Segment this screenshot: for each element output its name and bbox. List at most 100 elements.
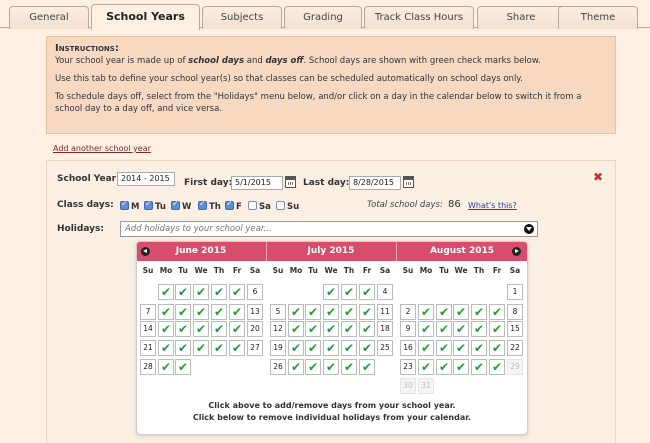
calendar-day[interactable] xyxy=(229,304,245,320)
calendar-day[interactable]: 6 xyxy=(247,284,263,300)
calendar-day[interactable] xyxy=(211,321,227,337)
calendar-day[interactable] xyxy=(341,304,357,320)
calendar-day[interactable] xyxy=(489,340,505,356)
class-day-checkbox[interactable] xyxy=(198,199,207,210)
calendar-day[interactable] xyxy=(323,359,339,375)
calendar-day[interactable] xyxy=(193,284,209,300)
calendar-day[interactable] xyxy=(341,340,357,356)
school-year-input[interactable]: 2014 - 2015 xyxy=(117,172,175,186)
calendar-day[interactable] xyxy=(305,304,321,320)
calendar-day[interactable]: 19 xyxy=(270,340,286,356)
calendar-day[interactable]: 25 xyxy=(377,340,393,356)
calendar-day[interactable] xyxy=(305,340,321,356)
calendar-day[interactable] xyxy=(453,359,469,375)
class-day-checkbox[interactable] xyxy=(225,199,234,210)
calendar-day[interactable] xyxy=(436,340,452,356)
tab-general[interactable]: General xyxy=(9,6,89,29)
calendar-day[interactable] xyxy=(158,284,174,300)
calendar-day[interactable] xyxy=(158,321,174,337)
calendar-day[interactable] xyxy=(359,321,375,337)
calendar-day[interactable] xyxy=(193,340,209,356)
calendar-day[interactable]: 31 xyxy=(418,378,434,394)
calendar-day[interactable] xyxy=(418,321,434,337)
calendar-day[interactable] xyxy=(158,304,174,320)
calendar-day[interactable] xyxy=(211,284,227,300)
calendar-day[interactable]: 16 xyxy=(400,340,416,356)
whats-this-link[interactable]: What's this? xyxy=(468,201,517,210)
calendar-day[interactable] xyxy=(359,304,375,320)
calendar-day[interactable] xyxy=(418,359,434,375)
calendar-day[interactable] xyxy=(193,304,209,320)
calendar-day[interactable] xyxy=(359,340,375,356)
calendar-day[interactable] xyxy=(436,304,452,320)
calendar-day[interactable]: 20 xyxy=(247,321,263,337)
calendar-day[interactable] xyxy=(211,340,227,356)
calendar-day[interactable] xyxy=(489,321,505,337)
calendar-day[interactable]: 2 xyxy=(400,304,416,320)
calendar-day[interactable] xyxy=(305,321,321,337)
class-day-f[interactable]: F xyxy=(225,199,242,212)
calendar-day[interactable]: 26 xyxy=(270,359,286,375)
calendar-day[interactable] xyxy=(453,321,469,337)
next-month-icon[interactable] xyxy=(512,247,521,256)
calendar-day[interactable] xyxy=(175,359,191,375)
class-day-checkbox[interactable] xyxy=(144,199,153,210)
calendar-day[interactable] xyxy=(359,284,375,300)
tab-track-class-hours[interactable]: Track Class Hours xyxy=(364,6,474,29)
calendar-day[interactable]: 5 xyxy=(270,304,286,320)
calendar-day[interactable] xyxy=(471,340,487,356)
class-day-sa[interactable]: Sa xyxy=(248,201,271,212)
calendar-day[interactable] xyxy=(418,340,434,356)
calendar-day[interactable]: 18 xyxy=(377,321,393,337)
calendar-day[interactable] xyxy=(489,304,505,320)
calendar-day[interactable] xyxy=(323,304,339,320)
calendar-day[interactable]: 30 xyxy=(400,378,416,394)
calendar-day[interactable] xyxy=(471,359,487,375)
calendar-day[interactable] xyxy=(158,340,174,356)
calendar-day[interactable] xyxy=(175,284,191,300)
class-day-checkbox[interactable] xyxy=(120,199,129,210)
tab-subjects[interactable]: Subjects xyxy=(202,6,282,29)
calendar-day[interactable] xyxy=(158,359,174,375)
class-day-checkbox[interactable] xyxy=(171,199,180,210)
calendar-day[interactable]: 13 xyxy=(247,304,263,320)
holidays-select[interactable]: Add holidays to your school year... xyxy=(120,221,538,237)
class-day-w[interactable]: W xyxy=(171,199,191,212)
calendar-day[interactable]: 23 xyxy=(400,359,416,375)
calendar-day[interactable]: 21 xyxy=(140,340,156,356)
calendar-day[interactable]: 22 xyxy=(507,340,523,356)
calendar-day[interactable] xyxy=(341,321,357,337)
calendar-day[interactable] xyxy=(288,304,304,320)
add-school-year-link[interactable]: Add another school year xyxy=(53,144,151,153)
calendar-day[interactable] xyxy=(453,340,469,356)
calendar-day[interactable] xyxy=(288,359,304,375)
calendar-day[interactable] xyxy=(193,321,209,337)
tab-share[interactable]: Share xyxy=(477,6,565,29)
calendar-day[interactable]: 12 xyxy=(270,321,286,337)
calendar-day[interactable] xyxy=(471,304,487,320)
tab-school-years[interactable]: School Years xyxy=(91,4,200,30)
calendar-day[interactable] xyxy=(175,340,191,356)
class-day-th[interactable]: Th xyxy=(198,199,221,212)
tab-theme[interactable]: Theme xyxy=(558,6,638,29)
calendar-day[interactable] xyxy=(288,321,304,337)
first-day-calendar-icon[interactable] xyxy=(285,176,296,188)
calendar-day[interactable]: 14 xyxy=(140,321,156,337)
calendar-day[interactable] xyxy=(211,304,227,320)
delete-school-year-icon[interactable]: ✖ xyxy=(593,170,603,184)
last-day-input[interactable]: 8/28/2015 xyxy=(349,176,401,190)
calendar-day[interactable] xyxy=(436,321,452,337)
calendar-day[interactable] xyxy=(341,284,357,300)
calendar-day[interactable]: 15 xyxy=(507,321,523,337)
calendar-day[interactable] xyxy=(288,340,304,356)
calendar-day[interactable]: 11 xyxy=(377,304,393,320)
calendar-day[interactable] xyxy=(489,359,505,375)
calendar-day[interactable] xyxy=(175,304,191,320)
prev-month-icon[interactable] xyxy=(141,247,150,256)
calendar-day[interactable] xyxy=(323,284,339,300)
class-day-checkbox[interactable] xyxy=(276,201,285,210)
calendar-day[interactable]: 9 xyxy=(400,321,416,337)
calendar-day[interactable] xyxy=(229,340,245,356)
last-day-calendar-icon[interactable] xyxy=(403,176,414,188)
calendar-day[interactable] xyxy=(471,321,487,337)
